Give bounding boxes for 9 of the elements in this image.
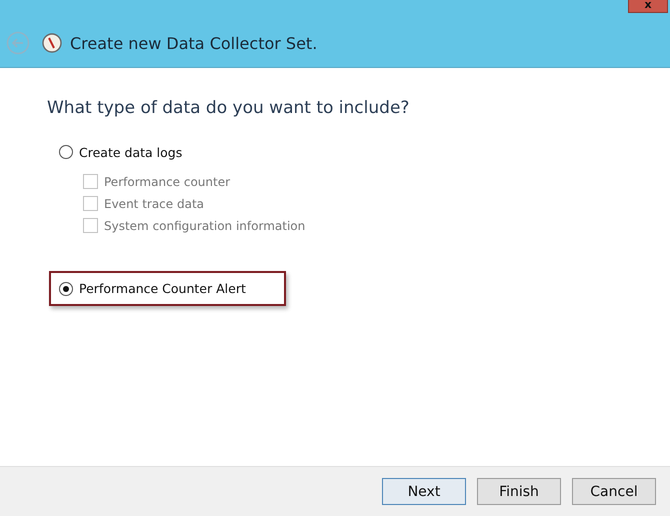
window-title: Create new Data Collector Set. xyxy=(70,34,318,52)
page-heading: What type of data do you want to include? xyxy=(47,98,410,118)
dialog-button[interactable]: Next xyxy=(382,478,466,505)
close-button[interactable]: x xyxy=(628,0,668,13)
radio-option[interactable]: Create data logs xyxy=(59,144,182,160)
dialog-button[interactable]: Cancel xyxy=(572,478,656,505)
radio-option[interactable]: Performance Counter Alert xyxy=(59,281,246,296)
dialog-button[interactable]: Finish xyxy=(477,478,561,505)
gauge-icon xyxy=(42,33,62,53)
